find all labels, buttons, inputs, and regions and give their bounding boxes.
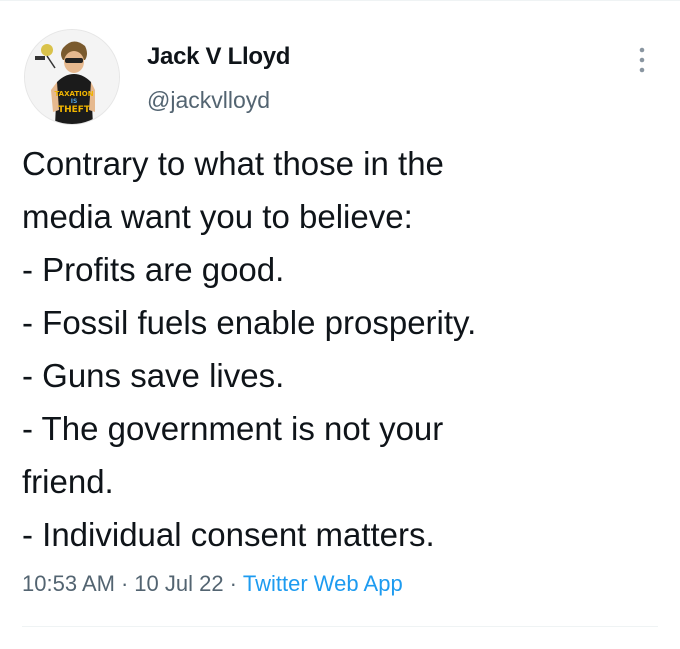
tweet-line: friend. [22, 463, 114, 500]
meta-separator: · [120, 571, 129, 596]
svg-text:IS: IS [71, 98, 78, 105]
avatar-image: TAXATION IS THEFT [25, 30, 119, 124]
svg-text:THEFT: THEFT [58, 105, 91, 115]
tweet-line: Contrary to what those in the [22, 145, 444, 182]
meta-separator: · [229, 571, 237, 596]
tweet-card: TAXATION IS THEFT Jack V Lloyd @jackvllo… [0, 0, 680, 649]
tweet-line: - The government is not your [22, 410, 444, 447]
tweet-time[interactable]: 10:53 AM [22, 571, 115, 596]
author-handle[interactable]: @jackvlloyd [147, 87, 270, 114]
bottom-divider [22, 626, 658, 627]
tweet-line: media want you to believe: [22, 198, 413, 235]
tweet-line: - Profits are good. [22, 251, 285, 288]
tweet-line: - Fossil fuels enable prosperity. [22, 304, 477, 341]
avatar[interactable]: TAXATION IS THEFT [24, 29, 120, 125]
tweet-source-link[interactable]: Twitter Web App [243, 571, 403, 596]
more-options-button[interactable] [630, 42, 654, 78]
tweet-date[interactable]: 10 Jul 22 [134, 571, 223, 596]
tweet-meta: 10:53 AM · 10 Jul 22 · Twitter Web App [22, 571, 403, 597]
tweet-text: Contrary to what those in the media want… [22, 137, 662, 561]
tweet-line: - Guns save lives. [22, 357, 285, 394]
tweet-line: - Individual consent matters. [22, 516, 435, 553]
more-vertical-icon [639, 47, 645, 73]
svg-text:TAXATION: TAXATION [54, 90, 93, 98]
author-display-name[interactable]: Jack V Lloyd [147, 43, 290, 71]
